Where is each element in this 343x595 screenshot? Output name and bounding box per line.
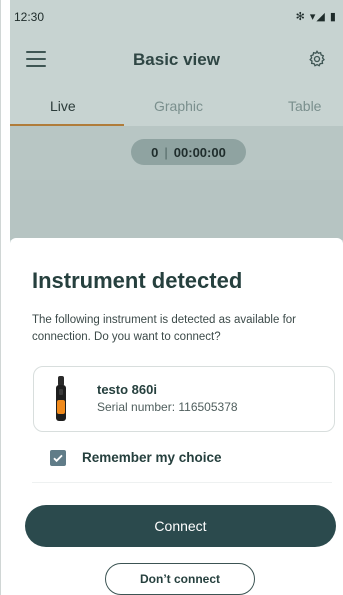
counter-area: 0 | 00:00:00 (10, 126, 343, 180)
sheet-description: The following instrument is detected as … (32, 314, 297, 343)
status-icons: ✻ ▾◢ ▮ (295, 11, 337, 23)
view-tabs: Live Graphic Table (10, 88, 343, 126)
page-title: Basic view (133, 50, 220, 69)
remember-checkbox[interactable] (50, 450, 66, 466)
counter-elapsed: 00:00:00 (173, 144, 226, 160)
status-time: 12:30 (14, 10, 45, 24)
screen-edge (0, 0, 10, 595)
content-band (10, 180, 343, 240)
remember-choice-row[interactable]: Remember my choice (50, 448, 310, 468)
screen-edge-line (0, 0, 1, 595)
measurement-counter: 0 | 00:00:00 (131, 139, 246, 165)
connect-button[interactable]: Connect (25, 505, 336, 547)
dont-connect-button[interactable]: Don’t connect (105, 563, 255, 595)
tab-table[interactable]: Table (288, 98, 321, 114)
divider (32, 482, 332, 483)
instrument-detected-sheet: Instrument detected The following instru… (10, 238, 343, 595)
instrument-serial: Serial number: 116505378 (97, 400, 238, 414)
tab-live[interactable]: Live (50, 98, 76, 114)
instrument-name: testo 860i (97, 382, 157, 397)
instrument-card[interactable]: testo 860i Serial number: 116505378 (33, 366, 335, 432)
check-icon (53, 454, 63, 463)
thermometer-device-icon (56, 376, 66, 421)
status-bar: 12:30 ✻ ▾◢ ▮ (10, 0, 343, 34)
counter-count: 0 (151, 144, 159, 160)
gear-icon[interactable] (307, 49, 327, 69)
top-app-bar: Basic view (10, 34, 343, 86)
sheet-title: Instrument detected (32, 268, 243, 293)
tab-graphic[interactable]: Graphic (154, 98, 203, 114)
counter-separator: | (164, 144, 168, 160)
remember-label: Remember my choice (82, 450, 222, 465)
